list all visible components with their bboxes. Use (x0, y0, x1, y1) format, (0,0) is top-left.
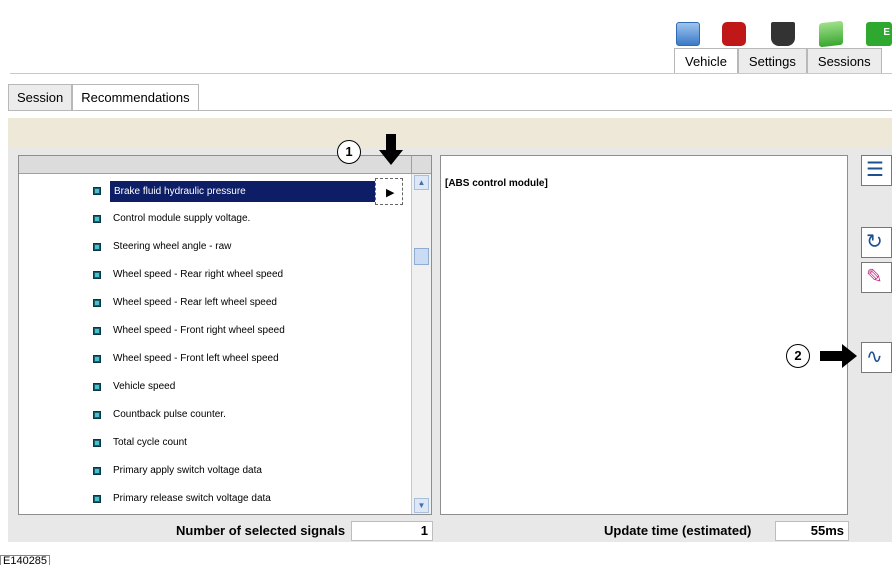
battery-icon[interactable] (819, 20, 843, 48)
signal-row[interactable]: Wheel speed - Rear left wheel speed (19, 290, 411, 317)
tab-recommendations[interactable]: Recommendations (72, 84, 199, 111)
list-scrollbar[interactable]: ▲ ▼ (411, 174, 431, 514)
signal-row[interactable]: Countback pulse counter. (19, 402, 411, 429)
signal-label: Primary release switch voltage data (113, 493, 271, 504)
signal-icon (93, 215, 101, 223)
eraser-icon: ✎ (866, 266, 883, 288)
selected-signals-value: 1 (351, 521, 433, 541)
signal-icon (93, 327, 101, 335)
signal-icon (93, 243, 101, 251)
play-arrow-icon: ▶ (386, 187, 395, 199)
signal-label: Steering wheel angle - raw (113, 241, 232, 252)
callout-2: 2 (786, 344, 810, 368)
signal-row[interactable]: Total cycle count (19, 430, 411, 457)
scroll-up-icon[interactable]: ▲ (414, 175, 429, 190)
clear-button[interactable]: ✎ (861, 262, 892, 293)
signal-icon (93, 383, 101, 391)
signal-row[interactable]: Primary apply switch voltage data (19, 458, 411, 485)
signal-icon (93, 187, 101, 195)
signal-icon (93, 299, 101, 307)
signal-row[interactable]: Primary release switch voltage data (19, 486, 411, 513)
tab-settings[interactable]: Settings (737, 48, 807, 74)
selected-signals-label: Number of selected signals (176, 523, 346, 538)
signal-row[interactable]: Wheel speed - Front left wheel speed (19, 346, 411, 373)
signal-row[interactable]: Wheel speed - Front right wheel speed (19, 318, 411, 345)
signal-label: Wheel speed - Rear left wheel speed (113, 297, 277, 308)
signal-row[interactable]: Steering wheel angle - raw (19, 234, 411, 261)
signal-label: Vehicle speed (113, 381, 176, 392)
figure-reference: E140285 (0, 555, 51, 565)
sub-tabs: Session Recommendations (8, 84, 199, 111)
toolbar-strip (8, 118, 892, 147)
sub-tab-divider (8, 110, 892, 111)
signal-label: Total cycle count (113, 437, 187, 448)
user-icon-text: E (883, 27, 890, 38)
signal-label: Primary apply switch voltage data (113, 465, 262, 476)
tab-sessions[interactable]: Sessions (806, 48, 882, 74)
signal-icon (93, 271, 101, 279)
add-signal-arrow-button[interactable]: ▶ (375, 178, 403, 205)
tab-vehicle[interactable]: Vehicle (674, 48, 738, 74)
signal-icon (93, 439, 101, 447)
update-time-label: Update time (estimated) (604, 523, 752, 538)
signal-icon (93, 495, 101, 503)
list-icon: ☰ (866, 159, 884, 181)
signal-label: Wheel speed - Front right wheel speed (113, 325, 285, 336)
refresh-button[interactable]: ↻ (861, 227, 892, 258)
signal-row[interactable]: Brake fluid hydraulic pressure (19, 178, 411, 205)
signal-label: Wheel speed - Rear right wheel speed (113, 269, 284, 280)
signal-label: Countback pulse counter. (113, 409, 226, 420)
signal-row[interactable]: Control module supply voltage. (19, 206, 411, 233)
signal-list[interactable]: Brake fluid hydraulic pressure Control mo… (18, 155, 432, 515)
user-icon[interactable]: E (866, 22, 892, 46)
network-icon[interactable] (676, 22, 700, 46)
right-arrow-icon (820, 344, 857, 368)
scroll-down-icon[interactable]: ▼ (414, 498, 429, 513)
signal-info-panel: [ABS control module] (440, 155, 848, 515)
signal-label: Control module supply voltage. (113, 213, 251, 224)
signal-row[interactable]: Wheel speed - Rear right wheel speed (19, 262, 411, 289)
refresh-icon: ↻ (866, 231, 883, 253)
down-arrow-icon (379, 134, 403, 165)
scroll-thumb[interactable] (414, 248, 429, 265)
module-name: [ABS control module] (445, 178, 548, 189)
signal-row[interactable]: Vehicle speed (19, 374, 411, 401)
main-tabs: Vehicle Settings Sessions (674, 48, 882, 74)
signal-label: Wheel speed - Front left wheel speed (113, 353, 279, 364)
signal-icon (93, 355, 101, 363)
callout-1: 1 (337, 140, 361, 164)
tab-session[interactable]: Session (8, 84, 73, 111)
list-header (19, 156, 431, 174)
list-view-button[interactable]: ☰ (861, 155, 892, 186)
graph-view-button[interactable]: ∿ (861, 342, 892, 373)
signal-icon (93, 467, 101, 475)
diagnostic-icon[interactable] (722, 22, 746, 46)
signal-label: Brake fluid hydraulic pressure (110, 181, 382, 202)
graph-icon: ∿ (866, 346, 883, 368)
tab-divider (10, 73, 892, 74)
update-time-value: 55ms (775, 521, 849, 541)
signal-icon (93, 411, 101, 419)
vehicle-interface-icon[interactable] (771, 22, 795, 46)
